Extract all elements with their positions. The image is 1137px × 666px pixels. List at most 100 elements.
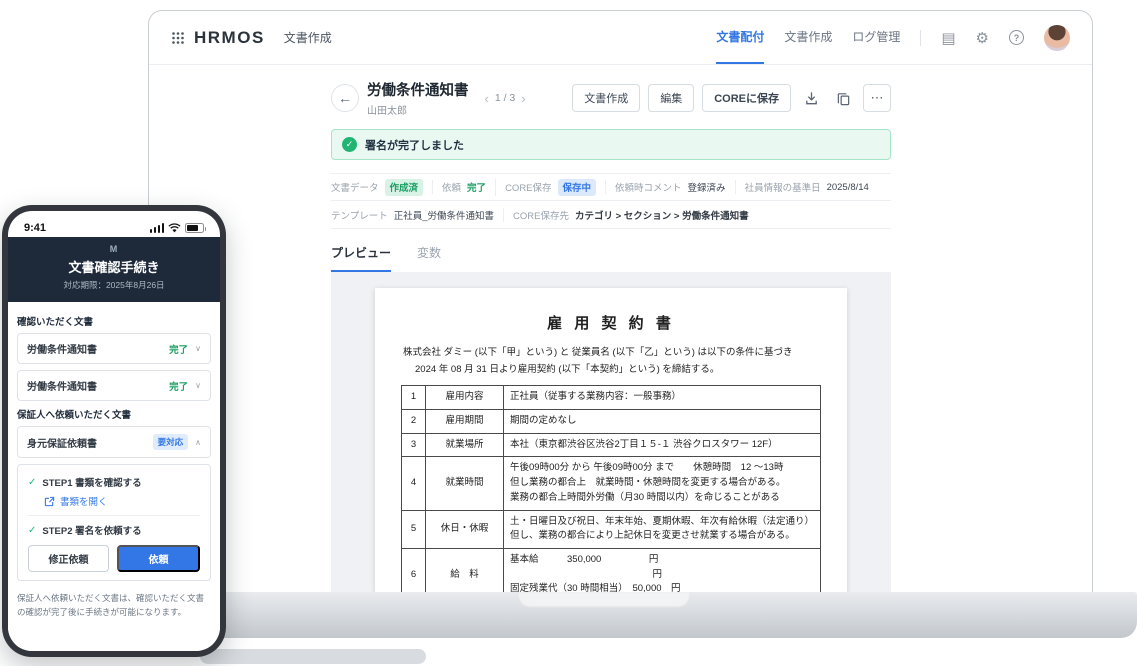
status-time: 9:41	[24, 222, 46, 234]
meta-row-status: 文書データ 作成済 依頼 完了 CORE保存 保存中 依頼時コメント 登録済み …	[331, 173, 891, 201]
meta-label: 文書データ	[331, 180, 379, 194]
panel-divider	[28, 515, 200, 516]
create-document-button[interactable]: 文書作成	[572, 84, 640, 112]
row-content: 土・日曜日及び祝日、年末年始、夏期休暇、年次有給休暇（法定通り） 但し、業務の都…	[504, 510, 821, 548]
step1-row: ✓ STEP1 書類を確認する	[28, 475, 200, 489]
back-button[interactable]: ←	[331, 84, 359, 112]
chevron-up-icon[interactable]: ∧	[195, 438, 201, 447]
status-badge: 要対応	[153, 434, 189, 450]
document-title-block: 労働条件通知書 山田太郎	[367, 79, 469, 117]
prev-page-icon[interactable]: ‹	[485, 92, 489, 105]
contract-title: 雇 用 契 約 書	[401, 312, 821, 333]
row-number: 3	[402, 433, 426, 457]
gear-icon[interactable]: ⚙	[976, 29, 989, 47]
battery-icon	[185, 223, 204, 233]
row-number: 2	[402, 409, 426, 433]
phone-mockup: 9:41 M 文書確認手続き 対応期限：2025年8月26日 確認いただく文書 …	[2, 205, 226, 657]
edit-button[interactable]: 編集	[648, 84, 694, 112]
meta-value: 登録済み	[688, 180, 726, 194]
page-title: 労働条件通知書	[367, 79, 469, 100]
open-document-label: 書類を開く	[60, 494, 108, 508]
open-document-link[interactable]: 書類を開く	[44, 494, 200, 508]
table-row: 6 給 料 基本給 350,000 円 円 固定残業代（30 時間相当） 50,…	[402, 549, 821, 593]
tab-preview[interactable]: プレビュー	[331, 244, 391, 272]
download-icon[interactable]	[799, 85, 823, 111]
contract-intro-line1: 株式会社 ダミー (以下「甲」という) と 従業員名 (以下「乙」という) は以…	[403, 345, 819, 362]
user-avatar[interactable]	[1044, 25, 1070, 51]
app-grid-icon	[171, 31, 185, 45]
document-card-title: 身元保証依頼書	[27, 435, 153, 450]
document-list-icon[interactable]: ▤	[941, 29, 955, 47]
phone-page-title: 文書確認手続き	[8, 257, 220, 276]
step2-label: STEP2 署名を依頼する	[42, 523, 141, 537]
success-banner: ✓ 署名が完了しました	[331, 129, 891, 160]
meta-item: 依頼 完了	[432, 180, 486, 194]
chevron-down-icon[interactable]: ∨	[195, 344, 201, 353]
save-to-core-button[interactable]: COREに保存	[702, 84, 791, 112]
nav-item-distribute[interactable]: 文書配付	[716, 11, 764, 64]
document-card[interactable]: 労働条件通知書 完了 ∨	[17, 370, 211, 401]
status-badge: 完了	[169, 379, 188, 393]
row-label: 給 料	[426, 549, 504, 593]
row-number: 4	[402, 457, 426, 510]
request-button[interactable]: 依頼	[117, 545, 200, 572]
meta-item: 依頼時コメント 登録済み	[605, 180, 726, 194]
meta-label: CORE保存	[505, 180, 551, 194]
phone-header: M 文書確認手続き 対応期限：2025年8月26日	[8, 237, 220, 302]
meta-label: テンプレート	[331, 208, 388, 222]
page-pagination: ‹ 1 / 3 ›	[485, 92, 526, 105]
laptop-base	[152, 592, 1137, 638]
document-card-title: 労働条件通知書	[27, 341, 169, 356]
check-icon: ✓	[28, 525, 36, 536]
guarantor-note: 保証人へ依頼いただく文書は、確認いただく文書の確認が完了後に手続きが可能になりま…	[17, 591, 211, 620]
app-header: HRMOS 文書作成 文書配付 文書作成 ログ管理 ▤ ⚙ ?	[149, 11, 1092, 65]
row-content: 午後09時00分 から 午後09時00分 まで 休憩時間 12 〜13時 但し業…	[504, 457, 821, 510]
row-number: 1	[402, 386, 426, 410]
chevron-down-icon[interactable]: ∨	[195, 381, 201, 390]
table-row: 4 就業時間 午後09時00分 から 午後09時00分 まで 休憩時間 12 〜…	[402, 457, 821, 510]
nav-divider	[920, 30, 921, 46]
meta-item: 文書データ 作成済	[331, 179, 423, 196]
tab-variables[interactable]: 変数	[417, 244, 441, 272]
row-label: 雇用期間	[426, 409, 504, 433]
meta-label: CORE保存先	[513, 208, 569, 222]
phone-body: 確認いただく文書 労働条件通知書 完了 ∨ 労働条件通知書 完了 ∨ 保証人へ依…	[8, 302, 220, 651]
core-save-path: カテゴリ > セクション > 労働条件通知書	[575, 208, 749, 222]
document-preview-pane[interactable]: 雇 用 契 約 書 株式会社 ダミー (以下「甲」という) と 従業員名 (以下…	[331, 272, 891, 592]
meta-label: 依頼	[442, 180, 461, 194]
page-indicator: 1 / 3	[495, 92, 515, 104]
revise-request-button[interactable]: 修正依頼	[28, 545, 109, 572]
preview-tabs: プレビュー 変数	[331, 244, 891, 272]
laptop-notch	[518, 592, 690, 608]
step2-row: ✓ STEP2 署名を依頼する	[28, 523, 200, 537]
brand-product-name: 文書作成	[284, 29, 332, 46]
phone-status-bar: 9:41	[8, 211, 220, 237]
row-content: 基本給 350,000 円 円 固定残業代（30 時間相当） 50,000 円	[504, 549, 821, 593]
table-row: 5 休日・休暇 土・日曜日及び祝日、年末年始、夏期休暇、年次有給休暇（法定通り）…	[402, 510, 821, 548]
meta-label: 依頼時コメント	[615, 180, 682, 194]
document-card[interactable]: 労働条件通知書 完了 ∨	[17, 333, 211, 364]
document-card-title: 労働条件通知書	[27, 378, 169, 393]
phone-shadow	[200, 649, 426, 664]
help-icon[interactable]: ?	[1009, 30, 1024, 45]
nav-item-create[interactable]: 文書作成	[784, 11, 832, 64]
deadline-text: 対応期限：2025年8月26日	[8, 279, 220, 291]
contract-table: 1 雇用内容 正社員（従事する業務内容：一般事務） 2 雇用期間 期間の定めなし…	[401, 385, 821, 592]
nav-item-log[interactable]: ログ管理	[852, 11, 900, 64]
document-toolbar: ← 労働条件通知書 山田太郎 ‹ 1 / 3 › 文書作成 編集 COREに保存…	[331, 79, 891, 117]
phone-screen: 9:41 M 文書確認手続き 対応期限：2025年8月26日 確認いただく文書 …	[8, 211, 220, 651]
next-page-icon[interactable]: ›	[521, 92, 525, 105]
action-buttons: 修正依頼 依頼	[28, 545, 200, 572]
step1-label: STEP1 書類を確認する	[42, 475, 141, 489]
section-label-guarantor: 保証人へ依頼いただく文書	[17, 407, 211, 421]
main-content: ← 労働条件通知書 山田太郎 ‹ 1 / 3 › 文書作成 編集 COREに保存…	[331, 66, 891, 592]
brand: HRMOS 文書作成	[171, 28, 332, 48]
brand-logo: HRMOS	[194, 28, 265, 48]
contract-intro-line2: 2024 年 08 月 31 日より雇用契約 (以下「本契約」という) を締結す…	[403, 362, 819, 379]
document-card[interactable]: 身元保証依頼書 要対応 ∧	[17, 426, 211, 458]
more-actions-button[interactable]: ⋯	[863, 84, 891, 112]
phone-brand-mark: M	[8, 244, 220, 254]
check-icon: ✓	[28, 477, 36, 488]
contract-intro: 株式会社 ダミー (以下「甲」という) と 従業員名 (以下「乙」という) は以…	[401, 345, 821, 378]
copy-icon[interactable]	[831, 85, 855, 111]
